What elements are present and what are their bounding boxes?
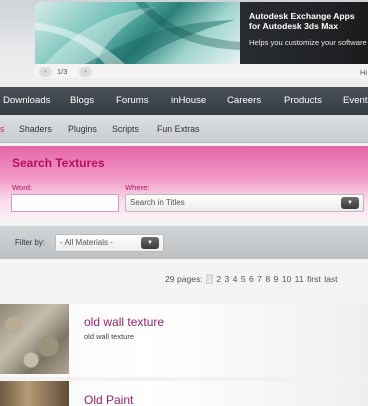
filter-bar: Filter by: - All Materials - ▼ [0,226,368,259]
page-link[interactable]: 4 [233,274,238,284]
pagination-bar: 29 pages: 1 2 3 4 5 6 7 8 9 10 11 first last [0,259,368,299]
page-link[interactable]: 5 [241,274,246,284]
page-link-current[interactable]: 1 [206,274,213,284]
where-label: Where: [125,183,150,192]
result-title-link[interactable]: old wall texture [84,315,164,329]
banner-title: Autodesk Exchange Apps for Autodesk 3ds … [249,11,355,31]
chevron-left-icon: ‹ [44,69,47,75]
pagination: 29 pages: 1 2 3 4 5 6 7 8 9 10 11 first last [165,274,341,284]
page-link[interactable]: 9 [274,274,279,284]
subnav-item-fun-extras[interactable]: Fun Extras [157,124,200,134]
where-select[interactable]: Search in Titles ▼ [125,194,364,212]
where-select-value: Search in Titles [130,198,185,207]
word-label: Word: [12,183,33,192]
nav-item-events[interactable]: Events [343,95,368,106]
page-link[interactable]: 11 [295,274,304,284]
subnav-item-plugins[interactable]: Plugins [68,124,97,134]
greeting-text: Hi [360,68,368,77]
page-link[interactable]: 3 [224,274,229,284]
nav-item-forums[interactable]: Forums [116,95,149,106]
nav-item-products[interactable]: Products [284,95,322,106]
search-title: Search Textures [12,156,105,170]
subnav-item-shaders[interactable]: Shaders [19,124,52,134]
sub-nav: s Shaders Plugins Scripts Fun Extras [0,115,368,143]
word-input[interactable] [11,194,119,212]
subnav-item-scripts[interactable]: Scripts [112,124,139,134]
filter-label: Filter by: [15,238,45,247]
search-panel: Search Textures Word: Where: Search in T… [0,146,368,219]
banner-subtitle: Helps you customize your software [249,38,367,47]
slide-counter: 1/3 [57,67,68,76]
banner-artwork [35,2,240,64]
texture-thumbnail[interactable] [0,304,69,374]
chevron-right-icon: › [84,69,87,75]
page-link[interactable]: 8 [265,274,270,284]
result-title-link[interactable]: Old Paint [84,393,133,406]
prev-slide-button[interactable]: ‹ [39,67,52,77]
page-link[interactable]: 6 [249,274,254,284]
page-link[interactable]: 10 [282,274,292,284]
main-nav: Downloads Blogs Forums inHouse Careers P… [0,87,368,115]
subnav-item-textures[interactable]: s [0,124,4,134]
texture-thumbnail[interactable] [0,381,69,406]
page-count-label: 29 pages: [165,274,203,284]
nav-item-blogs[interactable]: Blogs [70,95,94,106]
result-item: old wall texture old wall texture [0,304,368,377]
filter-select-value: - All Materials - [60,238,113,247]
dropdown-arrow-icon: ▼ [341,197,359,209]
header-area: Autodesk Exchange Apps for Autodesk 3ds … [0,0,368,87]
filter-select[interactable]: - All Materials - ▼ [55,234,164,252]
result-description: old wall texture [84,332,135,341]
page-link[interactable]: 2 [216,274,221,284]
first-page-link[interactable]: first [307,274,321,284]
nav-item-inhouse[interactable]: inHouse [171,95,206,106]
next-slide-button[interactable]: › [79,67,92,77]
nav-item-careers[interactable]: Careers [227,95,261,106]
page-link[interactable]: 7 [257,274,262,284]
result-item: Old Paint [0,381,368,406]
nav-item-downloads[interactable]: Downloads [3,95,50,106]
promo-banner[interactable]: Autodesk Exchange Apps for Autodesk 3ds … [35,2,368,78]
banner-pager: ‹ 1/3 › [35,64,368,78]
dropdown-arrow-icon: ▼ [141,237,159,249]
last-page-link[interactable]: last [324,274,337,284]
